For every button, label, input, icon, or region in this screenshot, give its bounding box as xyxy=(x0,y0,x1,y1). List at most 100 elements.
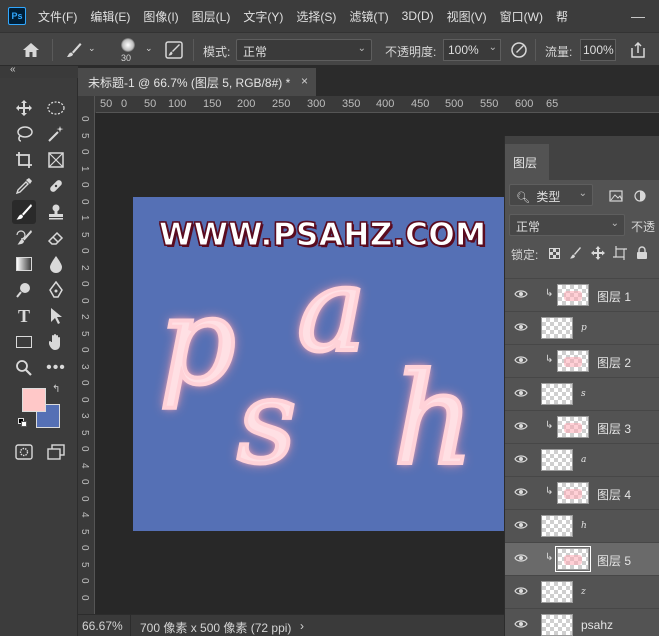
flow-field[interactable]: 100% xyxy=(580,39,616,61)
visibility-eye-icon[interactable] xyxy=(514,322,528,334)
minimize-button[interactable]: — xyxy=(631,8,645,24)
chevron-down-icon[interactable]: ⌄ xyxy=(145,43,153,54)
path-selection-tool-icon[interactable] xyxy=(44,304,68,328)
document-canvas[interactable]: WWW.PSAHZ.COM p a s h xyxy=(133,197,523,531)
menu-3d[interactable]: 3D(D) xyxy=(402,9,434,23)
zoom-tool-icon[interactable] xyxy=(12,356,36,380)
menu-edit[interactable]: 编辑(E) xyxy=(90,8,130,25)
eyedropper-tool-icon[interactable] xyxy=(12,174,36,198)
layer-thumbnail[interactable] xyxy=(541,317,573,339)
swap-colors-icon[interactable]: ↰ xyxy=(52,384,60,395)
layer-row[interactable]: a xyxy=(505,443,659,476)
brush-preset-icon[interactable] xyxy=(63,40,85,60)
more-tools-icon[interactable]: ••• xyxy=(44,356,68,380)
menu-layer[interactable]: 图层(L) xyxy=(192,8,231,25)
brush-tip-icon[interactable] xyxy=(116,36,140,54)
lasso-tool-icon[interactable] xyxy=(12,122,36,146)
layer-thumbnail[interactable] xyxy=(541,383,573,405)
layer-row[interactable]: s xyxy=(505,377,659,410)
layers-tab[interactable]: 图层 xyxy=(505,144,549,180)
visibility-eye-icon[interactable] xyxy=(514,421,528,433)
blur-tool-icon[interactable] xyxy=(44,252,68,276)
layer-row[interactable]: z xyxy=(505,575,659,608)
visibility-eye-icon[interactable] xyxy=(514,586,528,598)
rectangle-tool-icon[interactable] xyxy=(12,330,36,354)
eraser-tool-icon[interactable] xyxy=(44,226,68,250)
history-brush-tool-icon[interactable] xyxy=(12,226,36,250)
blend-mode-select[interactable]: 正常 ⌄ xyxy=(509,214,625,236)
layer-thumbnail[interactable] xyxy=(541,614,573,636)
lock-pixels-icon[interactable] xyxy=(569,246,583,260)
menu-view[interactable]: 视图(V) xyxy=(447,8,487,25)
visibility-eye-icon[interactable] xyxy=(514,355,528,367)
home-icon[interactable] xyxy=(20,40,42,60)
menu-image[interactable]: 图像(I) xyxy=(143,8,178,25)
horizontal-ruler[interactable]: 50 0 50 100 150 200 250 300 350 400 450 500 550 600 65 xyxy=(96,96,659,113)
mode-select[interactable]: 正常 ⌄ xyxy=(236,39,372,61)
stamp-tool-icon[interactable] xyxy=(44,200,68,224)
default-colors-icon[interactable] xyxy=(18,418,28,428)
healing-brush-tool-icon[interactable] xyxy=(44,174,68,198)
screen-mode-icon[interactable] xyxy=(44,440,68,464)
menu-select[interactable]: 选择(S) xyxy=(296,8,336,25)
lock-artboard-icon[interactable] xyxy=(613,246,627,260)
hand-tool-icon[interactable] xyxy=(44,330,68,354)
menu-filter[interactable]: 滤镜(T) xyxy=(349,8,388,25)
dodge-tool-icon[interactable] xyxy=(12,278,36,302)
layer-thumbnail[interactable] xyxy=(541,581,573,603)
layer-thumbnail[interactable] xyxy=(541,515,573,537)
layer-thumbnail[interactable] xyxy=(557,482,589,504)
brush-settings-icon[interactable] xyxy=(163,40,185,60)
layer-thumbnail[interactable] xyxy=(557,416,589,438)
visibility-eye-icon[interactable] xyxy=(514,388,528,400)
menu-window[interactable]: 窗口(W) xyxy=(500,8,543,25)
close-tab-icon[interactable]: × xyxy=(301,74,308,88)
opacity-field[interactable]: 100% ⌄ xyxy=(443,39,501,61)
vertical-ruler[interactable]: 0 5 0 1 0 0 1 5 0 2 0 0 2 5 0 3 0 0 3 5 0 4 0 0 4 5 0 5 0 0 xyxy=(78,96,95,614)
layer-thumbnail[interactable] xyxy=(555,546,591,572)
menu-help[interactable]: 帮 xyxy=(556,8,568,25)
visibility-eye-icon[interactable] xyxy=(514,289,528,301)
layer-thumbnail[interactable] xyxy=(541,449,573,471)
zoom-level[interactable]: 66.67% xyxy=(82,619,123,633)
layer-row[interactable]: ↳ 图层 3 xyxy=(505,410,659,443)
quick-mask-icon[interactable] xyxy=(12,440,36,464)
pressure-opacity-icon[interactable] xyxy=(508,40,530,60)
move-tool-icon[interactable] xyxy=(12,96,36,120)
filter-adjustment-icon[interactable] xyxy=(633,190,647,202)
visibility-eye-icon[interactable] xyxy=(514,454,528,466)
toolbar-header[interactable]: « xyxy=(0,64,78,78)
layer-row[interactable]: ↳ 图层 1 xyxy=(505,278,659,311)
lock-all-icon[interactable] xyxy=(635,246,649,260)
lock-position-icon[interactable] xyxy=(591,246,605,260)
layer-thumbnail[interactable] xyxy=(557,350,589,372)
filter-image-icon[interactable] xyxy=(609,190,623,202)
visibility-eye-icon[interactable] xyxy=(514,619,528,631)
crop-tool-icon[interactable] xyxy=(12,148,36,172)
layer-thumbnail[interactable] xyxy=(557,284,589,306)
gradient-tool-icon[interactable] xyxy=(12,252,36,276)
menu-file[interactable]: 文件(F) xyxy=(38,8,77,25)
visibility-eye-icon[interactable] xyxy=(514,487,528,499)
marquee-tool-icon[interactable] xyxy=(44,96,68,120)
document-tab[interactable]: 未标题-1 @ 66.7% (图层 5, RGB/8#) * × xyxy=(78,68,316,96)
lock-transparency-icon[interactable] xyxy=(547,246,561,260)
layer-row[interactable]: p xyxy=(505,311,659,344)
share-icon[interactable] xyxy=(628,40,648,60)
frame-tool-icon[interactable] xyxy=(44,148,68,172)
layer-filter-select[interactable]: 🔍︎ 类型 ⌄ xyxy=(509,184,593,206)
layer-row[interactable]: ↳ 图层 4 xyxy=(505,476,659,509)
magic-wand-tool-icon[interactable] xyxy=(44,122,68,146)
type-tool-icon[interactable]: T xyxy=(12,304,36,328)
chevron-down-icon[interactable]: ⌄ xyxy=(88,43,96,54)
layer-row[interactable]: h xyxy=(505,509,659,542)
brush-tool-icon[interactable] xyxy=(12,200,36,224)
visibility-eye-icon[interactable] xyxy=(514,520,528,532)
layer-row[interactable]: psahz xyxy=(505,608,659,636)
status-menu-arrow-icon[interactable]: › xyxy=(300,619,304,633)
menu-type[interactable]: 文字(Y) xyxy=(243,8,283,25)
visibility-eye-icon[interactable] xyxy=(514,553,528,565)
layer-row[interactable]: ↳ 图层 2 xyxy=(505,344,659,377)
layer-row[interactable]: ↳ 图层 5 xyxy=(505,542,659,575)
pen-tool-icon[interactable] xyxy=(44,278,68,302)
